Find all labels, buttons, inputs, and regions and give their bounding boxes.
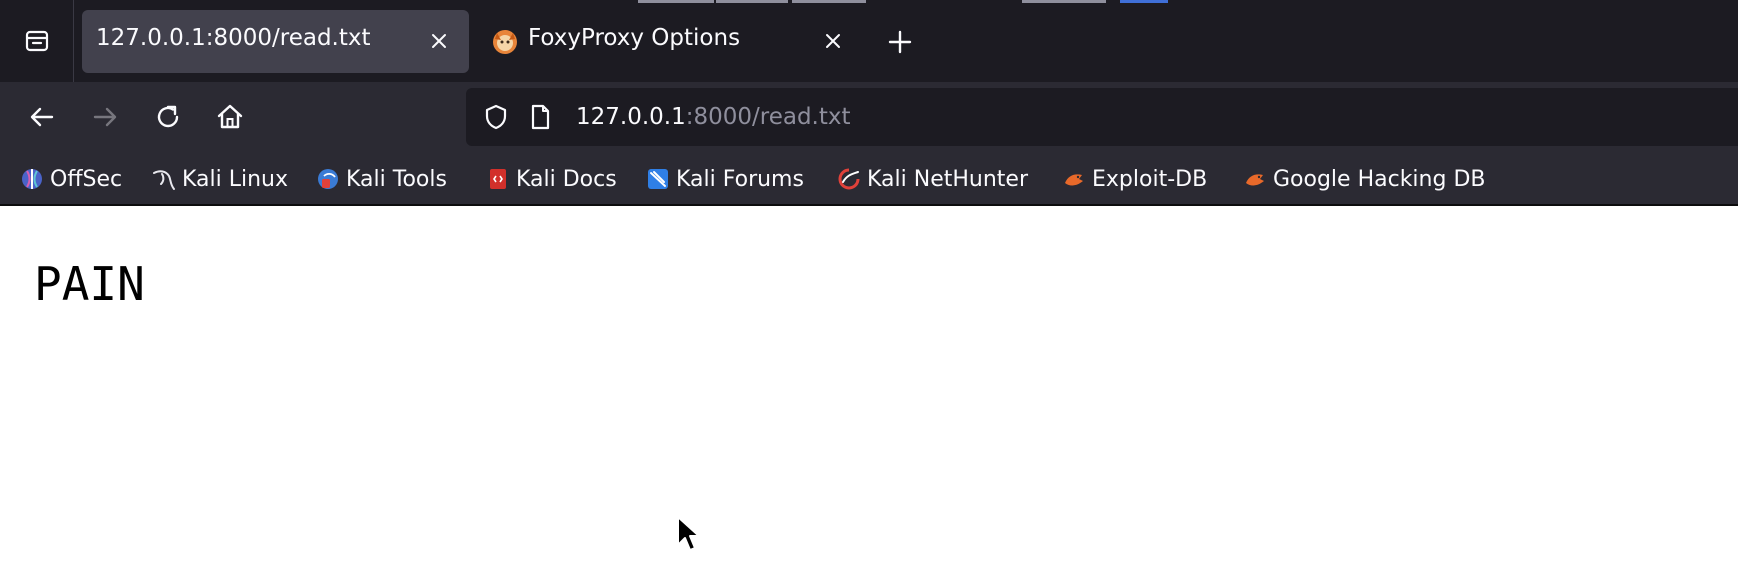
home-icon: [217, 104, 243, 129]
home-button[interactable]: [207, 94, 253, 140]
tab-title: 127.0.0.1:8000/read.txt: [96, 25, 371, 51]
page-content: PAIN: [0, 206, 1738, 568]
foxyproxy-icon: [491, 28, 519, 56]
url-path: :8000/read.txt: [685, 104, 851, 130]
forward-button[interactable]: [82, 94, 128, 140]
tab-list-button[interactable]: [0, 0, 74, 82]
url-bar[interactable]: 127.0.0.1:8000/read.txt: [466, 88, 1738, 146]
google-hacking-db-icon: [1243, 167, 1267, 191]
bookmark-label: Kali Docs: [516, 166, 617, 192]
page-text: PAIN: [34, 257, 145, 311]
bookmark-label: Kali Tools: [346, 166, 447, 192]
top-accent-line: [792, 0, 866, 3]
new-tab-button[interactable]: [878, 20, 922, 64]
bookmark-kali-forums[interactable]: Kali Forums: [646, 160, 804, 198]
bookmark-offsec[interactable]: OffSec: [20, 160, 122, 198]
bookmarks-toolbar: OffSec Kali Linux Kali Tools Kali Docs K…: [0, 152, 1738, 206]
kali-tools-icon: [316, 167, 340, 191]
tab-read-txt[interactable]: 127.0.0.1:8000/read.txt: [82, 10, 469, 73]
close-icon: [826, 34, 840, 48]
navigation-toolbar: 127.0.0.1:8000/read.txt: [0, 82, 1738, 152]
bookmark-google-hacking-db[interactable]: Google Hacking DB: [1243, 160, 1485, 198]
tab-strip: 127.0.0.1:8000/read.txt FoxyProxy Option…: [0, 0, 1738, 82]
bookmark-kali-tools[interactable]: Kali Tools: [316, 160, 447, 198]
plus-icon: [888, 30, 912, 54]
arrow-right-icon: [93, 107, 117, 127]
bookmark-label: Kali Linux: [182, 166, 289, 192]
close-icon: [432, 34, 446, 48]
back-button[interactable]: [19, 94, 65, 140]
bookmark-label: OffSec: [50, 166, 123, 192]
bookmark-label: Kali NetHunter: [867, 166, 1028, 192]
bookmark-kali-nethunter[interactable]: Kali NetHunter: [837, 160, 1028, 198]
bookmark-label: Exploit-DB: [1092, 166, 1208, 192]
top-accent-line: [716, 0, 788, 3]
top-accent-line: [638, 0, 714, 3]
bookmark-label: Google Hacking DB: [1273, 166, 1486, 192]
browser-window: 127.0.0.1:8000/read.txt FoxyProxy Option…: [0, 0, 1738, 568]
top-accent-line: [1120, 0, 1168, 3]
top-accent-line: [1022, 0, 1106, 3]
tracking-protection-icon[interactable]: [482, 103, 510, 131]
exploit-db-icon: [1062, 167, 1086, 191]
offsec-icon: [20, 167, 44, 191]
tab-close-button[interactable]: [421, 23, 457, 59]
tab-list-icon: [25, 30, 48, 52]
kali-linux-icon: [152, 167, 176, 191]
bookmark-kali-linux[interactable]: Kali Linux: [152, 160, 288, 198]
tab-close-button[interactable]: [815, 23, 851, 59]
bookmark-exploit-db[interactable]: Exploit-DB: [1062, 160, 1207, 198]
url-text[interactable]: 127.0.0.1:8000/read.txt: [576, 102, 851, 132]
tab-foxyproxy-options[interactable]: FoxyProxy Options: [477, 10, 869, 73]
kali-docs-icon: [486, 167, 510, 191]
kali-nethunter-icon: [837, 167, 861, 191]
reload-icon: [157, 105, 179, 128]
arrow-left-icon: [30, 107, 54, 127]
page-info-icon[interactable]: [526, 103, 554, 131]
reload-button[interactable]: [145, 94, 191, 140]
bookmark-label: Kali Forums: [676, 166, 804, 192]
url-host: 127.0.0.1: [576, 104, 686, 130]
bookmark-kali-docs[interactable]: Kali Docs: [486, 160, 617, 198]
tab-title: FoxyProxy Options: [528, 25, 741, 51]
kali-forums-icon: [646, 167, 670, 191]
mouse-pointer-icon: [677, 516, 700, 551]
